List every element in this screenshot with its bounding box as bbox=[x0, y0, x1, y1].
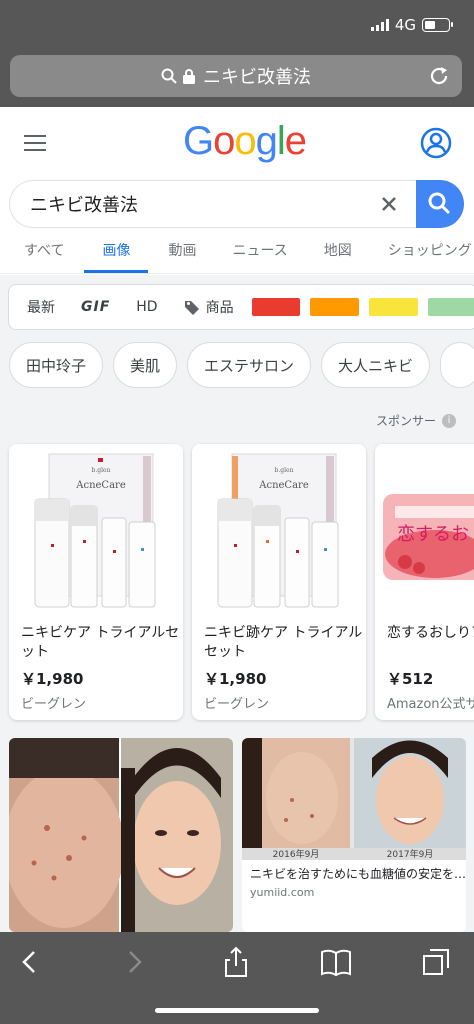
filter-bar: 最新 GIF HD 商品 bbox=[8, 284, 474, 330]
search-area: ニキビ改善法 bbox=[9, 180, 464, 228]
ad-price: ￥1,980 bbox=[204, 670, 267, 688]
network-label: 4G bbox=[394, 16, 416, 34]
bookmarks-icon[interactable] bbox=[320, 946, 352, 978]
svg-text:恋するお: 恋するお bbox=[397, 523, 469, 545]
logo-letter: g bbox=[255, 119, 278, 163]
account-icon[interactable] bbox=[420, 127, 452, 159]
svg-text:b.glen: b.glen bbox=[275, 467, 294, 474]
hamburger-menu-icon[interactable] bbox=[24, 135, 46, 151]
color-swatch-green[interactable] bbox=[428, 298, 474, 316]
tab-news[interactable]: ニュース bbox=[232, 234, 287, 273]
tab-all[interactable]: すべて bbox=[24, 234, 64, 273]
svg-text:b.glen: b.glen bbox=[92, 467, 111, 474]
ad-price: ￥1,980 bbox=[21, 670, 84, 688]
related-chips: 田中玲子 美肌 エステサロン 大人ニキビ bbox=[9, 342, 474, 388]
status-bar: 4G bbox=[0, 0, 474, 50]
tabs-icon[interactable] bbox=[420, 946, 452, 978]
image-result[interactable]: 2016年9月 2017年9月 ニキビを治すためにも血糖値の安定を… yumii… bbox=[242, 738, 466, 932]
logo-letter: G bbox=[183, 119, 214, 163]
chip-tanaka-reiko[interactable]: 田中玲子 bbox=[9, 342, 104, 388]
search-tabs: すべて 画像 動画 ニュース 地図 ショッピング bbox=[0, 234, 474, 274]
product-image: b.glen AcneCare bbox=[192, 444, 366, 614]
clear-icon[interactable] bbox=[377, 192, 401, 216]
google-logo[interactable]: Google bbox=[183, 119, 307, 164]
product-image: b.glen AcneCare bbox=[9, 444, 183, 614]
browser-address-area: ニキビ改善法 bbox=[0, 50, 474, 107]
filter-product[interactable]: 商品 bbox=[184, 297, 234, 317]
logo-letter: e bbox=[284, 119, 307, 163]
tab-videos[interactable]: 動画 bbox=[168, 234, 196, 273]
ad-card[interactable]: b.glen AcneCare ニキビケア トライアルセット ￥1,980 ビー… bbox=[9, 444, 183, 720]
color-swatch-yellow[interactable] bbox=[369, 298, 419, 316]
svg-text:AcneCare: AcneCare bbox=[258, 480, 309, 491]
logo-letter: o bbox=[213, 119, 235, 163]
svg-text:2017年9月: 2017年9月 bbox=[387, 848, 434, 860]
logo-letter: o bbox=[234, 119, 256, 163]
address-bar[interactable]: ニキビ改善法 bbox=[10, 55, 462, 97]
image-result[interactable] bbox=[9, 738, 233, 932]
signal-icon bbox=[370, 19, 389, 31]
logo-letter: l bbox=[276, 119, 286, 163]
result-image bbox=[9, 738, 233, 932]
ad-seller: ビーグレン bbox=[204, 697, 270, 712]
color-swatch-orange[interactable] bbox=[310, 298, 360, 316]
search-icon bbox=[428, 192, 451, 215]
home-indicator bbox=[155, 1008, 319, 1013]
search-query: ニキビ改善法 bbox=[30, 195, 138, 216]
reload-icon[interactable] bbox=[428, 65, 450, 87]
sponsor-label: スポンサー i bbox=[376, 412, 456, 429]
color-swatch-red[interactable] bbox=[251, 298, 301, 316]
chip-more[interactable] bbox=[440, 342, 474, 388]
result-image: 2016年9月 2017年9月 bbox=[242, 738, 466, 860]
filter-recent[interactable]: 最新 bbox=[27, 297, 55, 317]
tab-shopping[interactable]: ショッピング bbox=[388, 234, 472, 273]
google-header: Google bbox=[0, 107, 474, 177]
ad-price: ￥512 bbox=[387, 670, 434, 688]
ad-title: 恋するおしりアソープ 80g bbox=[387, 625, 474, 641]
svg-text:2016年9月: 2016年9月 bbox=[273, 848, 320, 860]
screen: 4G ニキビ改善法 Google ニキビ改善法 すべて 画像 動画 ニュース 地… bbox=[0, 0, 474, 1024]
filter-gif[interactable]: GIF bbox=[81, 299, 110, 315]
result-source: yumiid.com bbox=[250, 886, 315, 899]
ad-title: ニキビ跡ケア トライアルセット bbox=[204, 625, 363, 660]
share-icon[interactable] bbox=[220, 946, 252, 978]
ad-card[interactable]: 恋するお 恋するおしりアソープ 80g ￥512 Amazon公式サ bbox=[375, 444, 474, 720]
result-caption: ニキビを治すためにも血糖値の安定を… bbox=[250, 867, 466, 881]
chip-bihada[interactable]: 美肌 bbox=[113, 342, 178, 388]
forward-icon[interactable] bbox=[118, 946, 150, 978]
search-button[interactable] bbox=[416, 180, 464, 228]
ad-seller: ビーグレン bbox=[21, 697, 87, 712]
search-icon bbox=[161, 68, 177, 84]
product-image: 恋するお bbox=[375, 444, 474, 614]
chip-adult-acne[interactable]: 大人ニキビ bbox=[321, 342, 431, 388]
tag-icon bbox=[184, 301, 199, 315]
url-text: ニキビ改善法 bbox=[203, 67, 311, 88]
back-icon[interactable] bbox=[14, 946, 46, 978]
tab-images[interactable]: 画像 bbox=[84, 234, 149, 273]
battery-icon bbox=[422, 18, 453, 32]
svg-text:AcneCare: AcneCare bbox=[75, 480, 126, 491]
ad-title: ニキビケア トライアルセット bbox=[21, 625, 180, 660]
filter-hd[interactable]: HD bbox=[136, 299, 157, 315]
ad-seller: Amazon公式サ bbox=[387, 697, 474, 712]
search-input[interactable]: ニキビ改善法 bbox=[9, 180, 419, 228]
lock-icon bbox=[183, 68, 195, 84]
ad-card[interactable]: b.glen AcneCare ニキビ跡ケア トライアルセット ￥1,980 ビ… bbox=[192, 444, 366, 720]
info-icon[interactable]: i bbox=[442, 413, 456, 428]
chip-esthe-salon[interactable]: エステサロン bbox=[187, 342, 312, 388]
tab-maps[interactable]: 地図 bbox=[324, 234, 352, 273]
